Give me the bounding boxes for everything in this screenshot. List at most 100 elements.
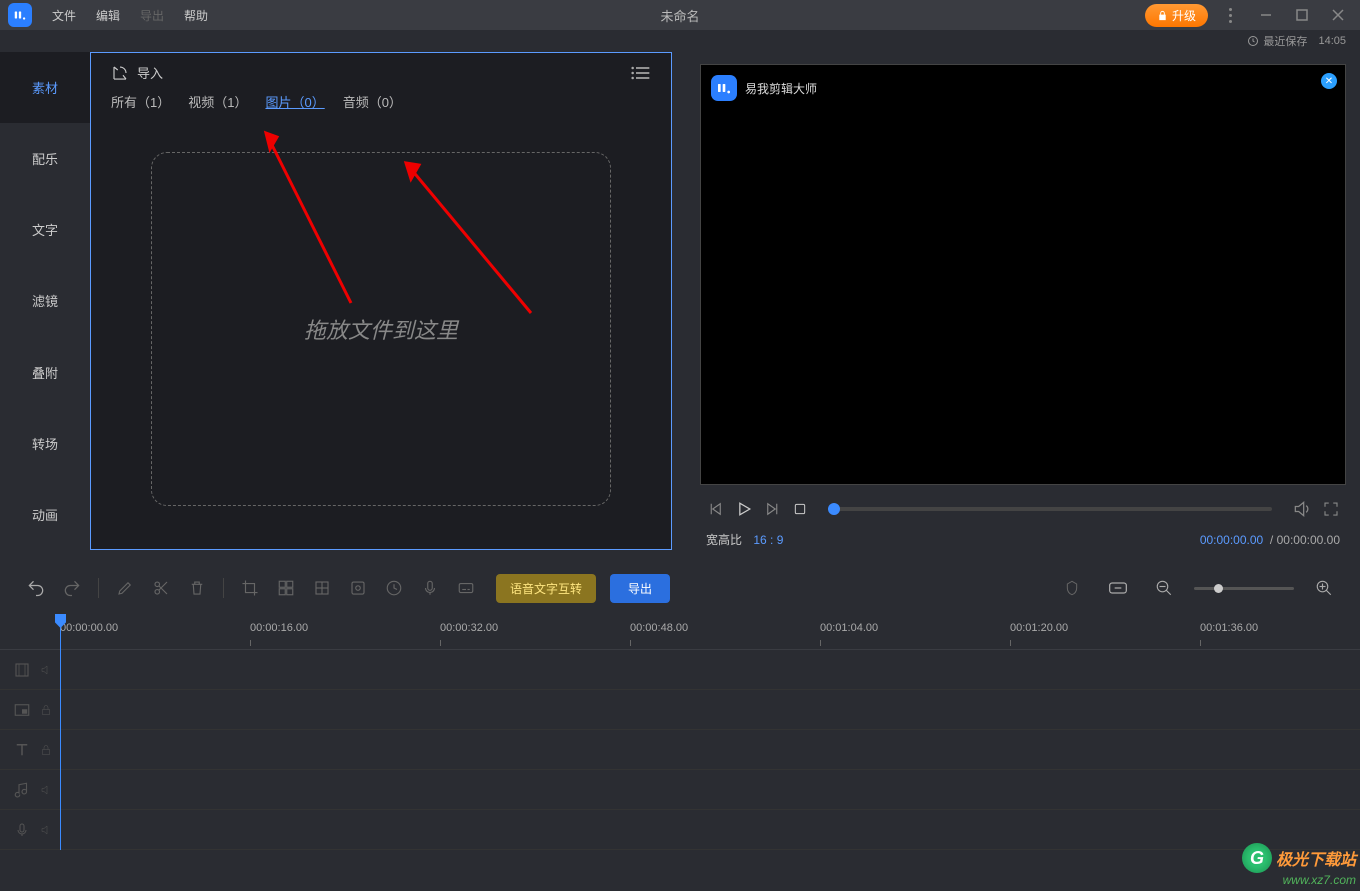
close-button[interactable] bbox=[1324, 1, 1352, 29]
progress-slider[interactable] bbox=[828, 507, 1272, 511]
delete-button[interactable] bbox=[181, 572, 213, 604]
mute-icon[interactable] bbox=[40, 824, 52, 836]
aspect-value[interactable]: 16 : 9 bbox=[753, 533, 783, 547]
sidebar-tab-transition[interactable]: 转场 bbox=[0, 408, 90, 479]
import-button[interactable]: 导入 bbox=[111, 63, 163, 82]
player-controls bbox=[700, 485, 1346, 529]
import-label: 导入 bbox=[137, 63, 163, 82]
zoom-button[interactable] bbox=[306, 572, 338, 604]
more-button[interactable] bbox=[1216, 1, 1244, 29]
track-voiceover[interactable] bbox=[0, 810, 1360, 850]
watermark-url: www.xz7.com bbox=[1242, 873, 1356, 887]
marker-button[interactable] bbox=[1056, 572, 1088, 604]
track-text[interactable] bbox=[0, 730, 1360, 770]
time-tick: 00:00:00.00 bbox=[60, 622, 118, 634]
mosaic-button[interactable] bbox=[270, 572, 302, 604]
time-tick: 00:01:36.00 bbox=[1200, 622, 1258, 634]
time-tick: 00:01:04.00 bbox=[820, 622, 878, 634]
freeze-button[interactable] bbox=[342, 572, 374, 604]
time-current: 00:00:00.00 bbox=[1200, 533, 1263, 547]
watermark-g-icon: G bbox=[1242, 843, 1272, 873]
media-tab-all[interactable]: 所有（1） bbox=[111, 92, 170, 114]
watermark: G 极光下载站 www.xz7.com bbox=[1242, 843, 1356, 887]
split-button[interactable] bbox=[145, 572, 177, 604]
mute-icon[interactable] bbox=[40, 664, 52, 676]
pip-icon bbox=[12, 701, 32, 719]
media-tab-audio[interactable]: 音频（0） bbox=[343, 92, 402, 114]
import-icon bbox=[111, 64, 129, 82]
track-video[interactable] bbox=[0, 650, 1360, 690]
clock-icon bbox=[1247, 35, 1259, 47]
upgrade-button[interactable]: 升级 bbox=[1145, 4, 1208, 27]
fullscreen-button[interactable] bbox=[1322, 500, 1340, 518]
timeline: 00:00:00.00 00:00:16.00 00:00:32.00 00:0… bbox=[0, 614, 1360, 850]
media-tabs: 所有（1） 视频（1） 图片（0） 音频（0） bbox=[91, 88, 671, 122]
maximize-button[interactable] bbox=[1288, 1, 1316, 29]
volume-button[interactable] bbox=[1292, 499, 1312, 519]
menubar: 文件 编辑 导出 帮助 未命名 升级 bbox=[0, 0, 1360, 30]
sidebar-tab-text[interactable]: 文字 bbox=[0, 194, 90, 265]
mute-icon[interactable] bbox=[40, 784, 52, 796]
prev-frame-button[interactable] bbox=[706, 500, 724, 518]
sidebar: 素材 配乐 文字 滤镜 叠附 转场 动画 bbox=[0, 52, 90, 550]
sidebar-tab-overlay[interactable]: 叠附 bbox=[0, 337, 90, 408]
media-panel: 导入 所有（1） 视频（1） 图片（0） 音频（0） 拖放文件到这里 bbox=[90, 52, 672, 550]
time-total: 00:00:00.00 bbox=[1277, 533, 1340, 547]
voiceover-button[interactable] bbox=[414, 572, 446, 604]
stop-button[interactable] bbox=[792, 501, 808, 517]
zoom-in-button[interactable] bbox=[1308, 572, 1340, 604]
menu-file[interactable]: 文件 bbox=[42, 7, 86, 24]
window-title: 未命名 bbox=[660, 6, 699, 25]
player-info: 宽高比 16 : 9 00:00:00.00 / 00:00:00.00 bbox=[700, 529, 1346, 550]
lock-icon bbox=[1157, 10, 1168, 21]
app-logo bbox=[8, 3, 32, 27]
mic-icon bbox=[12, 821, 32, 839]
text-icon bbox=[12, 741, 32, 759]
annotation-arrow-2 bbox=[391, 153, 551, 323]
undo-button[interactable] bbox=[20, 572, 52, 604]
aspect-label: 宽高比 bbox=[706, 533, 742, 547]
menu-edit[interactable]: 编辑 bbox=[86, 7, 130, 24]
voice-convert-button[interactable]: 语音文字互转 bbox=[496, 574, 596, 603]
menu-export: 导出 bbox=[130, 7, 174, 24]
brand-logo-icon bbox=[711, 75, 737, 101]
sidebar-tab-filter[interactable]: 滤镜 bbox=[0, 265, 90, 336]
sidebar-tab-material[interactable]: 素材 bbox=[0, 52, 90, 123]
preview-area: 易我剪辑大师 ✕ 宽高比 16 : 9 00:00:00.00 / 00:00:… bbox=[672, 52, 1360, 550]
time-ruler[interactable]: 00:00:00.00 00:00:16.00 00:00:32.00 00:0… bbox=[0, 614, 1360, 650]
crop-button[interactable] bbox=[234, 572, 266, 604]
play-button[interactable] bbox=[734, 499, 754, 519]
minimize-button[interactable] bbox=[1252, 1, 1280, 29]
zoom-slider[interactable] bbox=[1194, 587, 1294, 590]
media-tab-video[interactable]: 视频（1） bbox=[188, 92, 247, 114]
preview-close-button[interactable]: ✕ bbox=[1321, 73, 1337, 89]
time-tick: 00:00:48.00 bbox=[630, 622, 688, 634]
film-icon bbox=[12, 661, 32, 679]
lock-icon[interactable] bbox=[40, 743, 52, 757]
menu-help[interactable]: 帮助 bbox=[174, 7, 218, 24]
edit-button[interactable] bbox=[109, 572, 141, 604]
zoom-out-button[interactable] bbox=[1148, 572, 1180, 604]
lock-icon[interactable] bbox=[40, 703, 52, 717]
track-audio[interactable] bbox=[0, 770, 1360, 810]
subtitle-button[interactable] bbox=[450, 572, 482, 604]
redo-button[interactable] bbox=[56, 572, 88, 604]
media-tab-image[interactable]: 图片（0） bbox=[265, 92, 324, 114]
speed-button[interactable] bbox=[378, 572, 410, 604]
music-icon bbox=[12, 781, 32, 799]
annotation-arrow-1 bbox=[251, 123, 371, 313]
preview-viewport: 易我剪辑大师 ✕ bbox=[700, 64, 1346, 485]
track-pip[interactable] bbox=[0, 690, 1360, 730]
playhead[interactable] bbox=[60, 614, 61, 850]
sidebar-tab-music[interactable]: 配乐 bbox=[0, 123, 90, 194]
fit-button[interactable] bbox=[1102, 572, 1134, 604]
list-view-button[interactable] bbox=[631, 64, 651, 82]
export-button[interactable]: 导出 bbox=[610, 574, 670, 603]
sidebar-tab-animation[interactable]: 动画 bbox=[0, 479, 90, 550]
time-tick: 00:00:16.00 bbox=[250, 622, 308, 634]
timeline-toolbar: 语音文字互转 导出 bbox=[0, 562, 1360, 614]
next-frame-button[interactable] bbox=[764, 500, 782, 518]
time-tick: 00:00:32.00 bbox=[440, 622, 498, 634]
preview-brand-badge: 易我剪辑大师 bbox=[711, 75, 817, 101]
watermark-name: 极光下载站 bbox=[1276, 846, 1356, 870]
